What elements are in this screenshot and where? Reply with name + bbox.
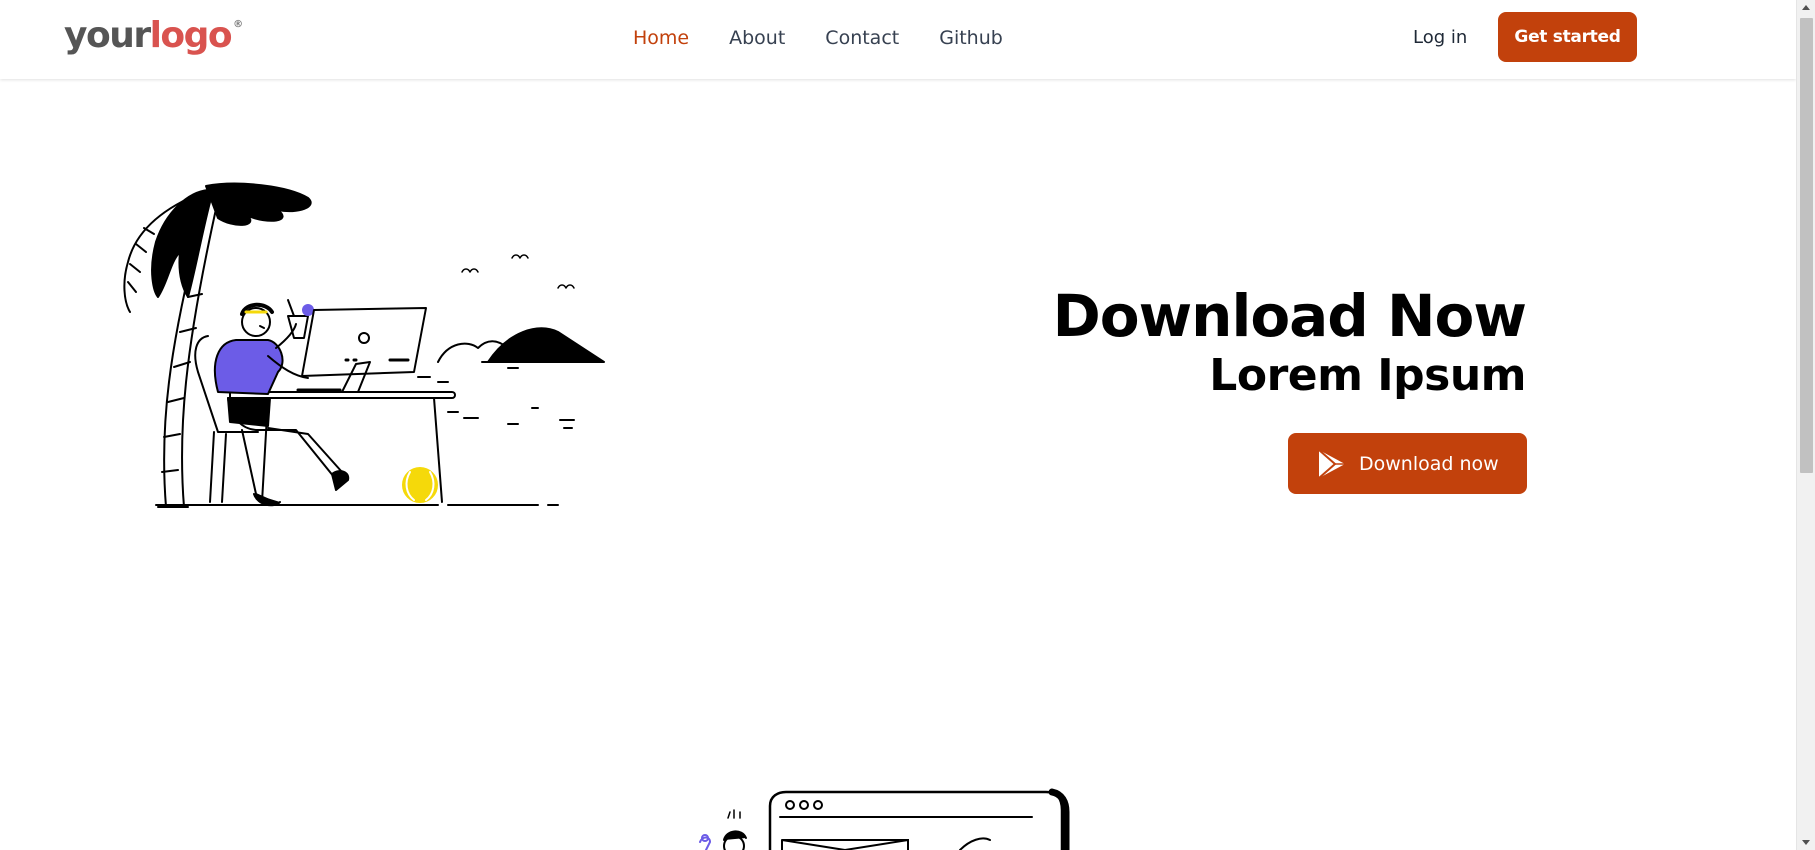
logo-registered-mark: ® xyxy=(233,19,244,30)
download-now-label: Download now xyxy=(1359,452,1499,475)
site-logo[interactable]: yourlogo ® xyxy=(64,14,244,67)
logo-word-logo: logo xyxy=(149,15,233,56)
scroll-down-icon[interactable] xyxy=(1802,840,1810,845)
get-started-button[interactable]: Get started xyxy=(1498,12,1637,62)
nav-link-about[interactable]: About xyxy=(729,24,785,52)
nav-link-github[interactable]: Github xyxy=(939,24,1003,52)
logo-word-your: your xyxy=(64,15,151,56)
play-store-icon xyxy=(1318,448,1345,479)
login-link[interactable]: Log in xyxy=(1413,24,1467,52)
main-nav: Home About Contact Github xyxy=(633,24,1003,52)
download-now-button[interactable]: Download now xyxy=(1288,433,1527,494)
site-header: yourlogo ® Home About Contact Github Log … xyxy=(0,0,1796,79)
scroll-up-icon[interactable] xyxy=(1802,5,1810,10)
nav-link-contact[interactable]: Contact xyxy=(825,24,899,52)
person-with-browser-window-illustration xyxy=(699,788,1070,850)
person-working-on-beach-illustration xyxy=(123,182,605,508)
page-scrollbar[interactable] xyxy=(1796,0,1815,850)
page-viewport: yourlogo ® Home About Contact Github Log … xyxy=(0,0,1796,850)
hero-heading-group: Download Now Lorem Ipsum xyxy=(1052,280,1527,401)
hero-title: Download Now xyxy=(1052,282,1527,350)
scrollbar-thumb[interactable] xyxy=(1800,18,1813,473)
hero-subtitle: Lorem Ipsum xyxy=(1209,350,1526,401)
nav-link-home[interactable]: Home xyxy=(633,24,689,52)
